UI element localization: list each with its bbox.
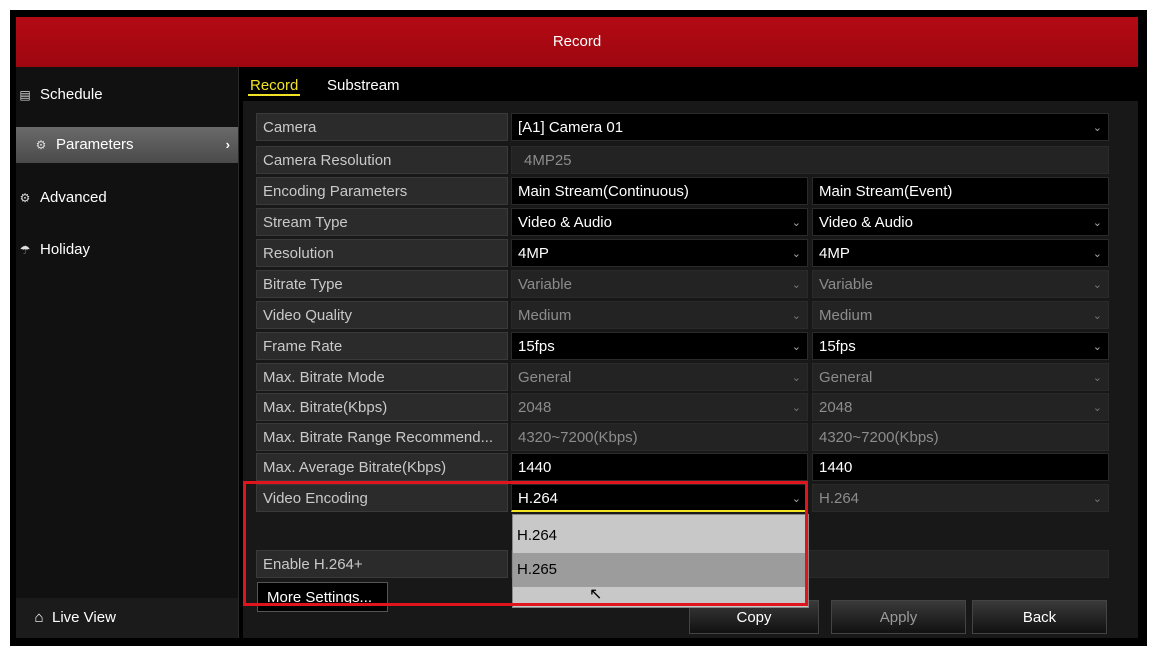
- max-bitrate-value: 2048: [819, 399, 853, 416]
- camera-resolution-label: Camera Resolution: [256, 146, 508, 174]
- video-quality-value: Medium: [518, 307, 572, 324]
- sidebar-item-label: Advanced: [40, 189, 107, 206]
- resolution-select-continuous[interactable]: 4MP ⌄: [511, 239, 808, 267]
- max-average-bitrate-label: Max. Average Bitrate(Kbps): [256, 453, 508, 481]
- gears-icon: ⚙: [19, 191, 31, 205]
- frame-rate-value: 15fps: [819, 338, 856, 355]
- camera-value: [A1] Camera 01: [518, 119, 624, 136]
- chevron-down-icon: ⌄: [791, 217, 801, 229]
- frame-rate-select-event[interactable]: 15fps ⌄: [812, 332, 1109, 360]
- main-stream-event-header: Main Stream(Event): [812, 177, 1109, 205]
- chevron-down-icon: ⌄: [791, 493, 801, 505]
- more-settings-button[interactable]: More Settings...: [257, 582, 388, 612]
- apply-button[interactable]: Apply: [831, 600, 966, 634]
- home-icon: ⌂: [34, 609, 44, 626]
- camera-select[interactable]: [A1] Camera 01 ⌄: [511, 113, 1109, 141]
- video-quality-value: Medium: [819, 307, 873, 324]
- resolution-value: 4MP: [518, 245, 549, 262]
- video-encoding-label: Video Encoding: [256, 484, 508, 512]
- chevron-down-icon: ⌄: [1092, 341, 1102, 353]
- max-bitrate-label: Max. Bitrate(Kbps): [256, 393, 508, 421]
- video-quality-label: Video Quality: [256, 301, 508, 329]
- chevron-down-icon: ⌄: [1092, 402, 1102, 414]
- max-bitrate-select-continuous[interactable]: 2048 ⌄: [511, 393, 808, 421]
- umbrella-icon: ☂: [19, 243, 31, 257]
- enable-h264plus-label: Enable H.264+: [256, 550, 508, 578]
- dropdown-option-h264[interactable]: H.264: [513, 519, 808, 553]
- sidebar-item-schedule[interactable]: ▤ Schedule: [14, 77, 222, 113]
- encoding-parameters-label: Encoding Parameters: [256, 177, 508, 205]
- bitrate-range-value-event: 4320~7200(Kbps): [812, 423, 1109, 451]
- chevron-down-icon: ⌄: [1092, 310, 1102, 322]
- frame-rate-label: Frame Rate: [256, 332, 508, 360]
- stream-type-value: Video & Audio: [518, 214, 612, 231]
- sidebar-item-label: Schedule: [40, 86, 103, 103]
- main-stream-continuous-header: Main Stream(Continuous): [511, 177, 808, 205]
- frame-rate-value: 15fps: [518, 338, 555, 355]
- video-quality-select-event[interactable]: Medium ⌄: [812, 301, 1109, 329]
- tab-substream[interactable]: Substream: [325, 77, 402, 94]
- video-encoding-dropdown: H.264 H.265: [512, 514, 809, 608]
- chevron-down-icon: ⌄: [791, 341, 801, 353]
- tab-record[interactable]: Record: [248, 77, 301, 96]
- chevron-down-icon: ⌄: [1092, 279, 1102, 291]
- resolution-value: 4MP: [819, 245, 850, 262]
- chevron-down-icon: ⌄: [1092, 248, 1102, 260]
- max-average-bitrate-input-continuous[interactable]: 1440: [511, 453, 808, 481]
- video-quality-select-continuous[interactable]: Medium ⌄: [511, 301, 808, 329]
- max-bitrate-mode-select-continuous[interactable]: General ⌄: [511, 363, 808, 391]
- max-bitrate-mode-select-event[interactable]: General ⌄: [812, 363, 1109, 391]
- chevron-down-icon: ⌄: [1092, 372, 1102, 384]
- stream-type-select-event[interactable]: Video & Audio ⌄: [812, 208, 1109, 236]
- video-encoding-select-continuous[interactable]: H.264 ⌄: [511, 484, 808, 512]
- bitrate-range-label: Max. Bitrate Range Recommend...: [256, 423, 508, 451]
- sidebar-item-holiday[interactable]: ☂ Holiday: [14, 232, 222, 268]
- chevron-right-icon: ›: [225, 137, 230, 152]
- chevron-down-icon: ⌄: [1092, 122, 1102, 134]
- dropdown-option-h265[interactable]: H.265: [513, 553, 808, 587]
- max-bitrate-mode-value: General: [819, 369, 873, 386]
- chevron-down-icon: ⌄: [791, 372, 801, 384]
- stream-type-value: Video & Audio: [819, 214, 913, 231]
- chevron-down-icon: ⌄: [791, 402, 801, 414]
- chevron-down-icon: ⌄: [1092, 217, 1102, 229]
- max-average-bitrate-input-event[interactable]: 1440: [812, 453, 1109, 481]
- stream-type-label: Stream Type: [256, 208, 508, 236]
- camera-resolution-value: 4MP25: [511, 146, 1109, 174]
- bitrate-type-value: Variable: [819, 276, 873, 293]
- sidebar-item-label: Parameters: [56, 136, 134, 153]
- video-encoding-value: H.264: [518, 490, 559, 507]
- back-button[interactable]: Back: [972, 600, 1107, 634]
- max-bitrate-select-event[interactable]: 2048 ⌄: [812, 393, 1109, 421]
- max-bitrate-value: 2048: [518, 399, 552, 416]
- camera-label: Camera: [256, 113, 508, 141]
- sidebar-item-advanced[interactable]: ⚙ Advanced: [14, 180, 222, 216]
- sidebar-item-parameters[interactable]: ⚙ Parameters ›: [16, 127, 238, 163]
- video-encoding-value: H.264: [819, 490, 860, 507]
- video-encoding-select-event[interactable]: H.264 ⌄: [812, 484, 1109, 512]
- live-view-label: Live View: [52, 609, 116, 626]
- chevron-down-icon: ⌄: [791, 279, 801, 291]
- bitrate-type-label: Bitrate Type: [256, 270, 508, 298]
- window-title: Record: [16, 17, 1138, 67]
- max-bitrate-mode-label: Max. Bitrate Mode: [256, 363, 508, 391]
- bitrate-range-value-continuous: 4320~7200(Kbps): [511, 423, 808, 451]
- sidebar-item-label: Holiday: [40, 241, 91, 258]
- bitrate-type-value: Variable: [518, 276, 572, 293]
- chevron-down-icon: ⌄: [791, 248, 801, 260]
- max-bitrate-mode-value: General: [518, 369, 572, 386]
- bitrate-type-select-event[interactable]: Variable ⌄: [812, 270, 1109, 298]
- live-view-button[interactable]: ⌂ Live View: [16, 598, 238, 638]
- calendar-icon: ▤: [19, 88, 31, 102]
- mouse-cursor-icon: ↖: [589, 586, 603, 603]
- stream-type-select-continuous[interactable]: Video & Audio ⌄: [511, 208, 808, 236]
- chevron-down-icon: ⌄: [791, 310, 801, 322]
- frame-rate-select-continuous[interactable]: 15fps ⌄: [511, 332, 808, 360]
- resolution-select-event[interactable]: 4MP ⌄: [812, 239, 1109, 267]
- resolution-label: Resolution: [256, 239, 508, 267]
- gear-icon: ⚙: [35, 138, 47, 152]
- bitrate-type-select-continuous[interactable]: Variable ⌄: [511, 270, 808, 298]
- chevron-down-icon: ⌄: [1092, 493, 1102, 505]
